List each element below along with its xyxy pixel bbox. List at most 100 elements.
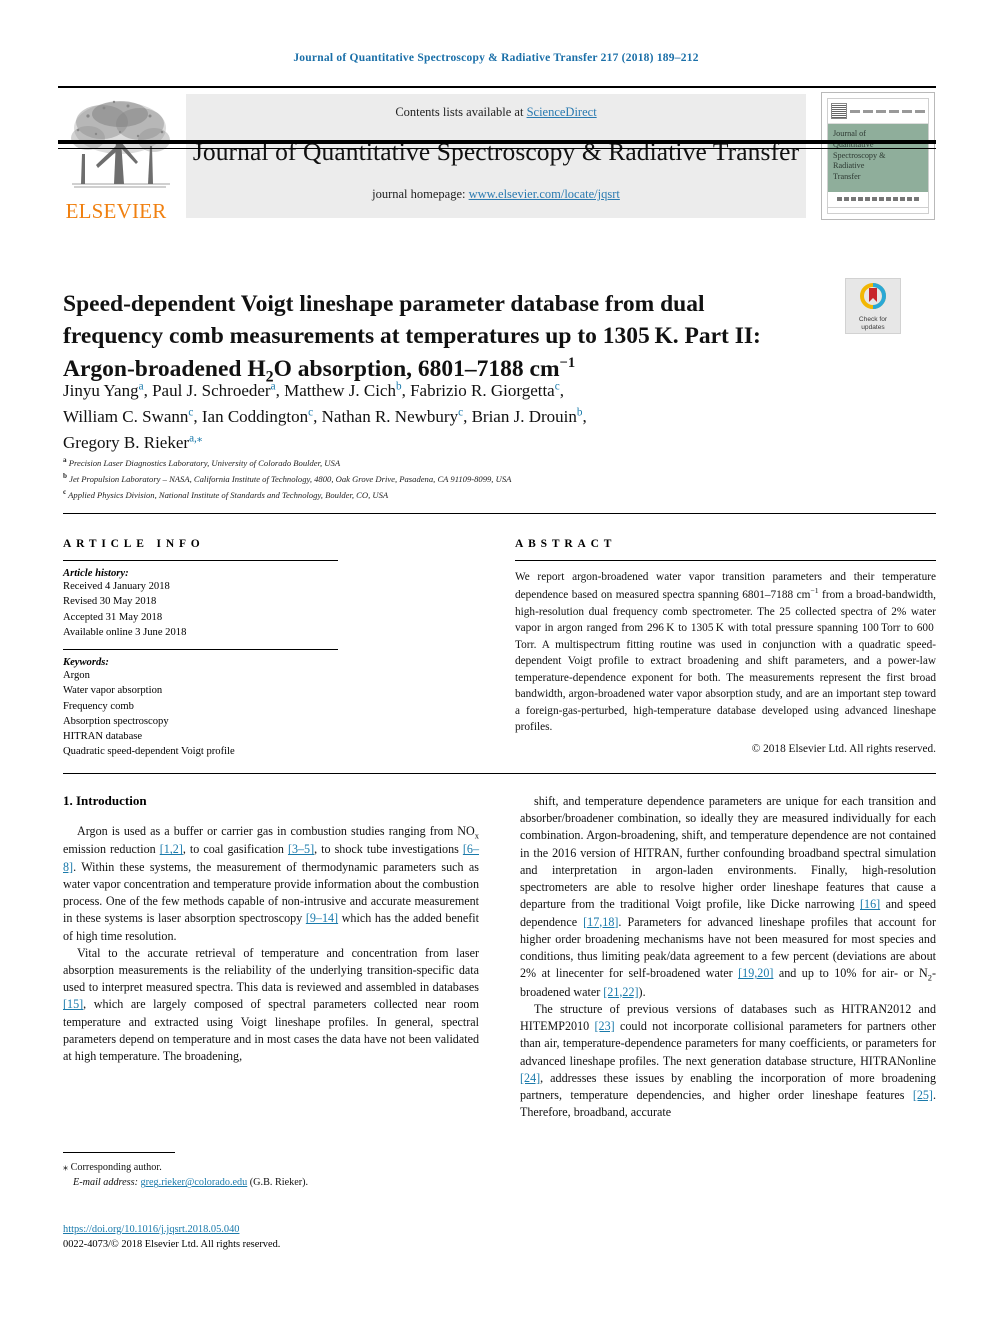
article-history-item: Received 4 January 2018 xyxy=(63,581,170,592)
keywords-divider-rule xyxy=(63,649,338,650)
citation-link[interactable]: [24] xyxy=(520,1071,540,1085)
affiliation-item: b Jet Propulsion Laboratory – NASA, Cali… xyxy=(63,471,923,487)
keyword-item: Quadratic speed-dependent Voigt profile xyxy=(63,746,235,758)
masthead-bottom-rule-thick xyxy=(58,140,936,144)
body-text: , which are largely composed of spectral… xyxy=(63,997,479,1064)
citation-link[interactable]: [23] xyxy=(595,1019,615,1033)
cover-title-line-3: Spectroscopy & xyxy=(833,150,886,160)
citation-link[interactable]: [15] xyxy=(63,997,83,1011)
citation-link[interactable]: [3–5] xyxy=(288,842,314,856)
masthead-top-rule xyxy=(58,86,936,88)
email-link[interactable]: greg.rieker@colorado.edu xyxy=(141,1177,248,1188)
citation-link[interactable]: [16] xyxy=(860,897,880,911)
author-affiliation-marker: a xyxy=(138,380,144,393)
citation-link[interactable]: [9–14] xyxy=(306,911,338,925)
elsevier-tree-icon xyxy=(71,100,170,188)
abstract-heading: ABSTRACT xyxy=(515,538,617,550)
masthead-center-band: Contents lists available at ScienceDirec… xyxy=(186,94,806,218)
section-title-introduction: 1. Introduction xyxy=(63,793,147,808)
footnote-rule xyxy=(63,1152,175,1153)
author-name: Gregory B. Rieker xyxy=(63,432,190,452)
body-text: shift, and temperature dependence parame… xyxy=(520,794,936,912)
author-affiliation-marker: a xyxy=(270,380,276,393)
abstract-superscript: −1 xyxy=(810,586,819,596)
cover-inner: Journal of Quantitative Spectroscopy & R… xyxy=(827,98,929,214)
abstract-rule xyxy=(515,560,936,561)
journal-cover-thumbnail: Journal of Quantitative Spectroscopy & R… xyxy=(821,92,935,220)
cover-title-line-1: Journal of xyxy=(833,129,866,138)
author-name: Brian J. Drouin xyxy=(471,406,577,426)
author-affiliation-marker: c xyxy=(554,380,560,393)
cover-publisher-logo-icon xyxy=(831,103,847,119)
citation-link[interactable]: [17,18] xyxy=(583,915,618,929)
citation-link[interactable]: [19,20] xyxy=(738,966,773,980)
author-affiliation-marker: b xyxy=(395,380,402,393)
title-line-2: frequency comb measurements at temperatu… xyxy=(63,323,761,350)
citation-link[interactable]: [25] xyxy=(913,1088,933,1102)
affiliation-item: c Applied Physics Division, National Ins… xyxy=(63,487,923,503)
body-text: Vital to the accurate retrieval of tempe… xyxy=(63,945,479,995)
body-column-right: shift, and temperature dependence parame… xyxy=(520,793,936,1121)
affiliation-text: Applied Physics Division, National Insti… xyxy=(66,489,389,500)
chemical-subscript: x xyxy=(474,830,479,841)
crossmark-line-2: updates xyxy=(861,324,885,332)
author-name: Fabrizio R. Giorgetta xyxy=(410,381,555,400)
email-line: E-mail address: greg.rieker@colorado.edu… xyxy=(63,1175,483,1190)
crossmark-icon xyxy=(860,283,886,309)
body-text: emission reduction xyxy=(63,842,160,857)
body-text: , addresses these issues by enabling the… xyxy=(520,1070,936,1102)
citation-link[interactable]: [21,22] xyxy=(603,985,638,999)
contents-available-line: Contents lists available at ScienceDirec… xyxy=(186,105,806,120)
cover-title-line-4: Radiative xyxy=(833,161,865,171)
contents-prefix: Contents lists available at xyxy=(395,105,527,119)
abstract-column: ABSTRACT We report argon-broadened water… xyxy=(515,538,936,755)
cover-top-textline xyxy=(850,109,925,113)
masthead-bottom-rule-thin xyxy=(58,148,936,149)
body-paragraph: Argon is used as a buffer or carrier gas… xyxy=(63,823,479,945)
cover-bottom-rule xyxy=(828,207,928,208)
author-affiliation-marker: c xyxy=(458,406,464,419)
author-name: Matthew J. Cich xyxy=(284,381,396,400)
title-superscript-minus1: −1 xyxy=(559,354,576,371)
author-affiliation-marker: a,⁎ xyxy=(189,432,203,444)
cover-title-line-5: Transfer xyxy=(833,172,861,182)
keywords-list: Argon Water vapor absorption Frequency com… xyxy=(63,668,428,760)
article-history-list: Received 4 January 2018 Revised 30 May 20… xyxy=(63,579,428,640)
article-title: Speed-dependent Voigt lineshape paramete… xyxy=(63,288,813,389)
crossmark-line-1: Check for xyxy=(858,316,888,323)
article-info-heading: ARTICLE INFO xyxy=(63,538,205,550)
abstract-text: We report argon-broadened water vapor tr… xyxy=(515,569,936,736)
body-paragraph: Vital to the accurate retrieval of tempe… xyxy=(63,945,479,1066)
article-history-item: Available online 3 June 2018 xyxy=(63,626,187,638)
issn-copyright-line: 0022-4073/© 2018 Elsevier Ltd. All right… xyxy=(63,1239,281,1251)
affiliation-item: a Precision Laser Diagnostics Laboratory… xyxy=(63,455,923,471)
keyword-item: HITRAN database xyxy=(63,731,143,742)
journal-homepage-link[interactable]: www.elsevier.com/locate/jqsrt xyxy=(469,187,620,201)
keywords-heading: Keywords: xyxy=(63,657,109,668)
body-left-paragraphs: Argon is used as a buffer or carrier gas… xyxy=(63,823,479,1065)
info-section-top-rule xyxy=(63,513,936,514)
sciencedirect-link[interactable]: ScienceDirect xyxy=(527,105,597,119)
footnote-star: ⁎ xyxy=(63,1162,69,1173)
doi-link[interactable]: https://doi.org/10.1016/j.jqsrt.2018.05.… xyxy=(63,1224,239,1235)
citation-link[interactable]: [1,2] xyxy=(160,842,183,856)
author-affiliation-marker: c xyxy=(308,406,314,419)
crossmark-label: Check for updates xyxy=(846,316,900,332)
author-affiliation-marker: c xyxy=(188,406,194,419)
elsevier-logo: ELSEVIER xyxy=(58,94,176,226)
affiliation-list: a Precision Laser Diagnostics Laboratory… xyxy=(63,455,923,502)
crossmark-badge[interactable]: Check for updates xyxy=(845,278,901,334)
title-line-1: Speed-dependent Voigt lineshape paramete… xyxy=(63,290,705,317)
corresponding-author-footnote: ⁎ Corresponding author. E-mail address: … xyxy=(63,1160,483,1191)
cover-footer-strip xyxy=(837,197,919,201)
author-name: Jinyu Yang xyxy=(63,381,139,400)
author-name: Paul J. Schroeder xyxy=(152,381,271,400)
email-owner: (G.B. Rieker). xyxy=(249,1177,309,1189)
keyword-item: Absorption spectroscopy xyxy=(63,715,169,727)
body-text: and up to 10% for air- or N xyxy=(773,966,928,981)
body-text: ). xyxy=(638,984,646,999)
article-history-item: Revised 30 May 2018 xyxy=(63,596,157,608)
author-name: Nathan R. Newbury xyxy=(321,406,459,426)
running-head: Journal of Quantitative Spectroscopy & R… xyxy=(293,52,699,64)
body-section-top-rule xyxy=(63,773,936,774)
